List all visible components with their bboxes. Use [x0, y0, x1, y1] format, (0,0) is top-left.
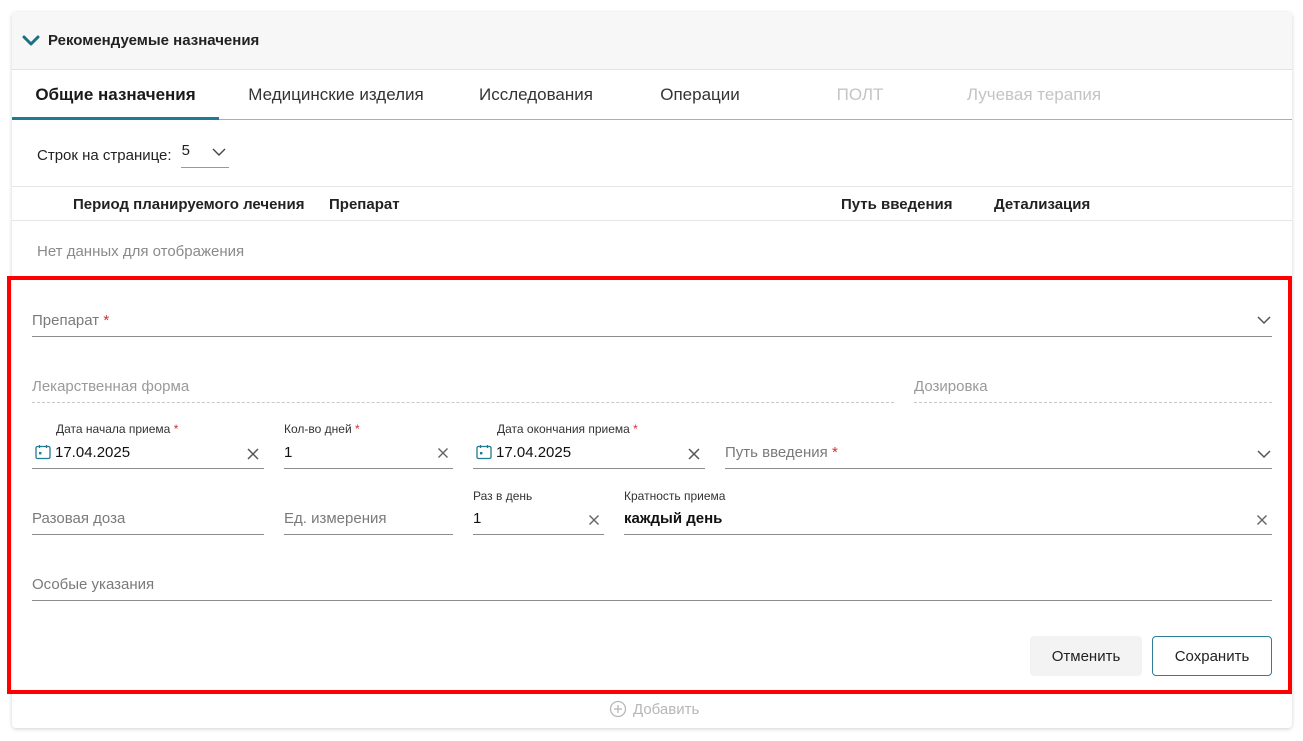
special-instructions-label: Особые указания [32, 576, 155, 593]
start-date-field[interactable]: Дата начала приема * 17.04.2025 [32, 420, 264, 469]
tab-radiation-therapy: Лучевая терапия [966, 85, 1102, 104]
drug-select[interactable]: Препарат * [32, 306, 1272, 337]
frequency-label: Кратность приема [624, 489, 726, 503]
tab-general-prescriptions[interactable]: Общие назначения [12, 71, 219, 120]
underline [725, 468, 1272, 469]
column-header-drug[interactable]: Препарат [329, 196, 400, 213]
dosage-label: Дозировка [914, 378, 988, 395]
chevron-down-icon[interactable] [20, 30, 42, 52]
route-select[interactable]: Путь введения * [725, 438, 1272, 469]
column-header-period[interactable]: Период планируемого лечения [73, 196, 304, 213]
underline [473, 534, 604, 535]
save-button[interactable]: Сохранить [1152, 636, 1272, 676]
chevron-down-icon[interactable] [1256, 312, 1272, 328]
underline [32, 336, 1272, 337]
unit-label: Ед. измерения [284, 510, 387, 527]
single-dose-label: Разовая доза [32, 510, 126, 527]
required-mark: * [103, 312, 110, 329]
rows-per-page-value: 5 [181, 142, 190, 159]
underline [32, 534, 264, 535]
single-dose-field[interactable]: Разовая доза [32, 504, 264, 535]
clear-icon[interactable] [588, 514, 600, 526]
underline [32, 600, 1272, 601]
times-per-day-field[interactable]: Раз в день 1 [473, 486, 604, 535]
dosage-form-field: Лекарственная форма [32, 372, 894, 403]
required-mark: * [831, 444, 838, 461]
calendar-icon[interactable] [476, 444, 492, 460]
tab-operations[interactable]: Операции [642, 71, 758, 119]
plus-circle-icon [609, 700, 627, 718]
required-mark: * [633, 422, 638, 436]
underline [473, 468, 705, 469]
clear-icon[interactable] [246, 447, 260, 461]
underline [284, 468, 453, 469]
unit-field[interactable]: Ед. измерения [284, 504, 453, 535]
tab-bar: Общие назначения Медицинские изделия Исс… [12, 71, 1292, 120]
start-date-value: 17.04.2025 [55, 444, 131, 461]
days-count-value: 1 [284, 444, 293, 461]
end-date-label: Дата окончания приема [497, 422, 630, 436]
section-header[interactable]: Рекомендуемые назначения [12, 12, 1292, 70]
special-instructions-field[interactable]: Особые указания [32, 570, 1272, 601]
tab-polt: ПОЛТ [836, 85, 884, 104]
frequency-field[interactable]: Кратность приема каждый день [624, 486, 1272, 535]
times-per-day-value: 1 [473, 510, 482, 527]
underline [32, 402, 894, 403]
rows-per-page: Строк на странице: 5 [37, 142, 229, 168]
chevron-down-icon [211, 144, 227, 164]
tab-medical-devices[interactable]: Медицинские изделия [234, 71, 438, 119]
days-count-label: Кол-во дней [284, 422, 352, 436]
end-date-value: 17.04.2025 [496, 444, 572, 461]
calendar-icon[interactable] [35, 444, 51, 460]
route-label: Путь введения [725, 444, 828, 461]
empty-table-message: Нет данных для отображения [37, 243, 245, 260]
rows-per-page-label: Строк на странице: [37, 146, 172, 164]
tab-research[interactable]: Исследования [466, 71, 606, 119]
dosage-form-label: Лекарственная форма [32, 378, 190, 395]
dosage-field: Дозировка [914, 372, 1272, 403]
clear-icon[interactable] [1256, 514, 1268, 526]
section-title: Рекомендуемые назначения [48, 32, 260, 49]
end-date-field[interactable]: Дата окончания приема * 17.04.2025 [473, 420, 705, 469]
underline [32, 468, 264, 469]
start-date-label: Дата начала приема [56, 422, 171, 436]
required-mark: * [173, 422, 179, 436]
underline [284, 534, 453, 535]
chevron-down-icon[interactable] [1256, 446, 1272, 462]
rows-per-page-select[interactable]: 5 [180, 142, 229, 168]
required-mark: * [355, 422, 360, 436]
clear-icon[interactable] [687, 447, 701, 461]
underline [914, 402, 1272, 403]
underline [624, 534, 1272, 535]
frequency-value: каждый день [624, 510, 723, 527]
drug-label: Препарат [32, 312, 100, 329]
clear-icon[interactable] [437, 447, 449, 459]
times-per-day-label: Раз в день [473, 489, 533, 503]
highlight-frame [7, 276, 1292, 694]
add-button[interactable]: Добавить [609, 700, 699, 718]
column-header-route[interactable]: Путь введения [841, 196, 953, 213]
column-header-details[interactable]: Детализация [994, 196, 1090, 213]
cancel-button[interactable]: Отменить [1030, 636, 1142, 676]
add-button-label: Добавить [633, 700, 700, 718]
days-count-field[interactable]: Кол-во дней * 1 [284, 420, 453, 469]
table-header: Период планируемого лечения Препарат Пут… [12, 186, 1292, 221]
